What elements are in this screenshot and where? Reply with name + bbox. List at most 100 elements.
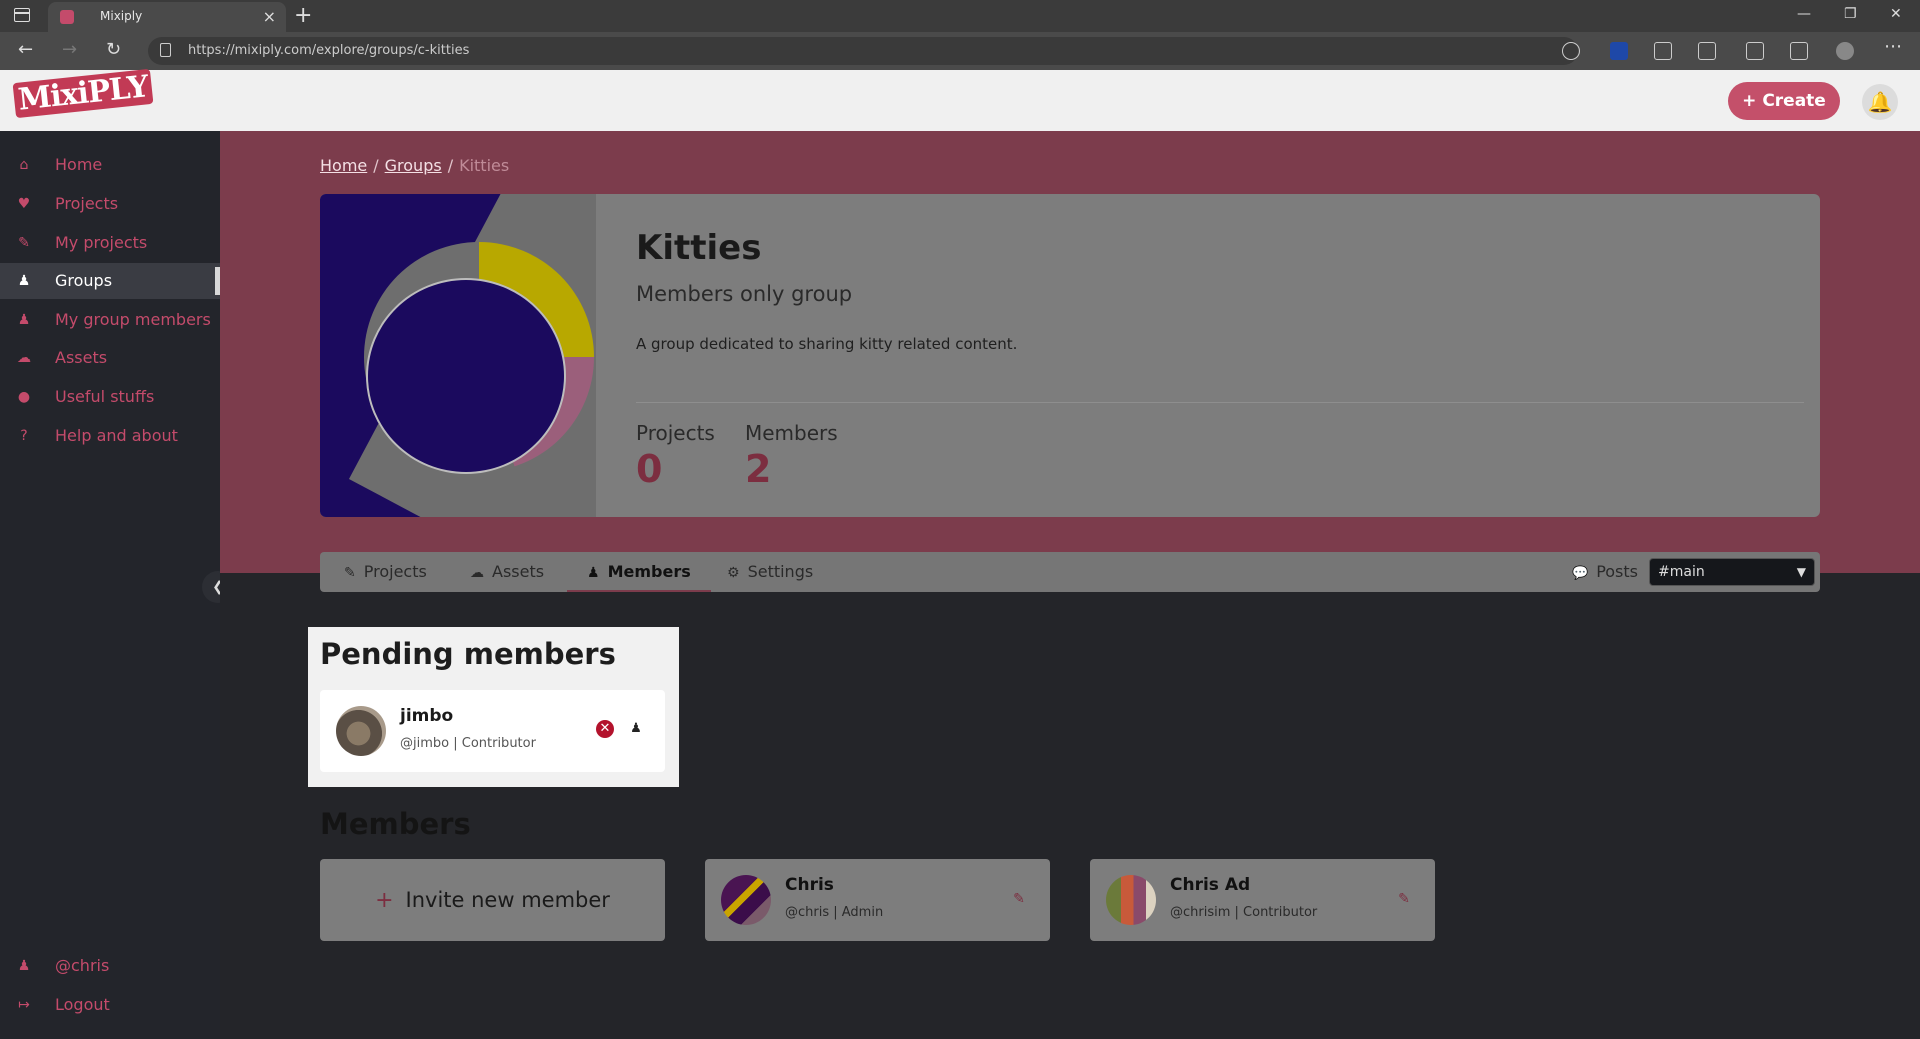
mixiply-logo[interactable]: MixiPLY [12,68,154,119]
avatar [721,875,771,925]
extensions-icon[interactable] [1698,42,1716,60]
sidebar-item-help[interactable]: ? Help and about [0,418,220,454]
breadcrumb-current: Kitties [459,156,510,175]
gear-icon: ⚙ [727,565,740,581]
browser-tab[interactable]: Mixiply × [48,2,286,32]
sidebar-item-label: Home [55,155,103,174]
sidebar-user[interactable]: ♟ @chris [0,948,220,984]
invite-new-member-button[interactable]: + Invite new member [320,859,665,941]
pending-member-card: jimbo @jimbo | Contributor ✕ ♟ [320,690,665,772]
group-description: A group dedicated to sharing kitty relat… [636,335,1018,353]
users-icon: ♟ [17,273,31,289]
lock-icon [160,43,171,57]
reject-member-icon[interactable]: ✕ [596,720,614,738]
browser-tab-title: Mixiply [100,9,143,23]
lightbulb-icon: ● [17,389,31,405]
users-icon: ♟ [587,565,600,581]
more-menu-icon[interactable]: ⋯ [1884,36,1902,57]
pending-members-title: Pending members [320,637,616,671]
sidebar-logout-label: Logout [55,995,110,1014]
breadcrumb-groups[interactable]: Groups [385,156,442,175]
sidebar-item-home[interactable]: ⌂ Home [0,147,220,183]
member-name: Chris Ad [1170,875,1251,895]
stat-projects: Projects 0 [636,421,715,491]
sidebar-item-assets[interactable]: ☁ Assets [0,340,220,376]
image-extension-icon[interactable] [1654,42,1672,60]
members-title: Members [320,807,471,841]
edit-icon[interactable]: ✎ [1011,891,1027,907]
invite-new-member: + Invite new member [320,859,665,941]
users-group-icon: ♟ [17,312,31,328]
group-title: Kitties [636,228,762,268]
sidebar-item-my-group-members[interactable]: ♟ My group members [0,302,220,338]
posts-link[interactable]: 💬 Posts [1572,552,1638,592]
restore-icon[interactable]: ❐ [1844,6,1857,22]
stat-members-label: Members [745,421,838,445]
new-tab-icon[interactable]: + [294,3,312,28]
create-button[interactable]: + Create [1728,82,1840,120]
close-window-icon[interactable]: ✕ [1890,6,1902,22]
stat-projects-label: Projects [636,421,715,445]
sidebar-logout[interactable]: ↦ Logout [0,987,220,1023]
member-meta: @chris | Admin [785,905,884,920]
forward-icon[interactable]: → [62,39,77,60]
approve-member-icon[interactable]: ♟ [627,720,645,738]
member-name: Chris [785,875,834,895]
create-button-label: Create [1762,91,1826,111]
edit-icon[interactable]: ✎ [1396,891,1412,907]
member-meta: @chrisim | Contributor [1170,905,1318,920]
home-icon: ⌂ [19,157,29,173]
sidebar-item-label: Useful stuffs [55,387,155,406]
tab-assets[interactable]: ☁ Assets [470,552,544,592]
tab-projects-label: Projects [363,562,427,581]
sidebar-item-label: Projects [55,194,119,213]
plus-icon: + [375,888,394,913]
group-subtitle: Members only group [636,282,853,306]
profile-avatar-icon[interactable] [1836,42,1854,60]
plus-icon: + [1742,91,1757,111]
sidebar-user-label: @chris [55,956,110,975]
collections-icon[interactable] [1790,42,1808,60]
tab-assets-label: Assets [492,562,545,581]
group-header-card: Kitties Members only group A group dedic… [320,194,1820,517]
channel-select[interactable]: #main ▼ [1649,558,1815,586]
stat-members: Members 2 [745,421,838,491]
notifications-bell-icon[interactable]: 🔔 [1862,84,1898,120]
chevron-down-icon: ▼ [1796,565,1806,579]
member-meta: @jimbo | Contributor [400,736,536,751]
breadcrumb-home[interactable]: Home [320,156,367,175]
address-bar[interactable]: https://mixiply.com/explore/groups/c-kit… [148,37,1578,65]
sidebar-item-label: Assets [55,348,108,367]
comment-icon: 💬 [1572,566,1589,581]
breadcrumb: Home / Groups / Kitties [320,156,509,175]
favorites-icon[interactable] [1746,42,1764,60]
minimize-icon[interactable]: — [1797,6,1811,22]
favorite-star-icon[interactable] [1562,42,1580,60]
stat-members-value: 2 [745,447,772,491]
app-header: MixiPLY + Create 🔔 [0,68,1920,131]
posts-label: Posts [1596,562,1638,581]
tab-actions-icon[interactable] [14,8,30,22]
user-icon: ♟ [17,958,31,974]
sidebar-item-label: Help and about [55,426,178,445]
close-tab-icon[interactable]: × [263,7,276,26]
stat-projects-value: 0 [636,447,663,491]
tab-projects[interactable]: ✎ Projects [344,552,427,592]
logout-icon: ↦ [18,997,30,1013]
tab-members[interactable]: ♟ Members [567,552,711,592]
member-card: Chris Ad @chrisim | Contributor ✎ [1090,859,1435,941]
group-image [320,194,596,517]
sidebar-item-useful-stuffs[interactable]: ● Useful stuffs [0,379,220,415]
member-card: Chris @chris | Admin ✎ [705,859,1050,941]
reload-icon[interactable]: ↻ [106,39,121,60]
pending-members-panel: Pending members jimbo @jimbo | Contribut… [308,627,679,787]
bitwarden-icon[interactable] [1610,42,1628,60]
sidebar-item-my-projects[interactable]: ✎ My projects [0,225,220,261]
breadcrumb-separator: / [373,156,379,175]
sidebar-item-projects[interactable]: ♥ Projects [0,186,220,222]
sidebar-item-groups[interactable]: ♟ Groups [0,263,220,299]
question-icon: ? [20,428,28,444]
back-icon[interactable]: ← [18,39,33,60]
brush-icon: ✎ [344,565,356,581]
tab-settings[interactable]: ⚙ Settings [727,552,813,592]
